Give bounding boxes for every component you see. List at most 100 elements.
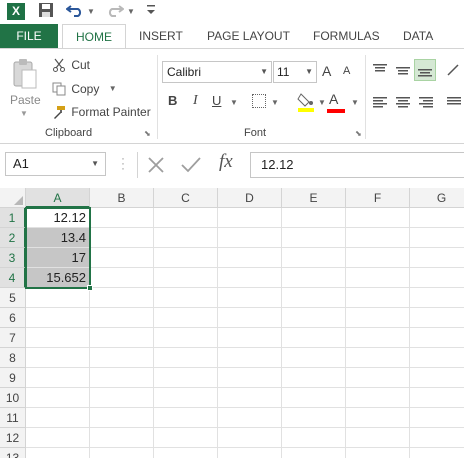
cell-d11[interactable] (218, 408, 282, 428)
paste-icon[interactable] (12, 58, 38, 90)
italic-button[interactable]: I (193, 93, 198, 109)
row-header-7[interactable]: 7 (0, 328, 26, 348)
fill-color-dropdown-icon[interactable]: ▼ (318, 98, 326, 107)
cell-a3[interactable]: 17 (26, 248, 90, 268)
cell-c13[interactable] (154, 448, 218, 458)
tab-insert[interactable]: INSERT (139, 24, 183, 48)
cell-b12[interactable] (90, 428, 154, 448)
font-dialog-launcher-icon[interactable]: ⬊ (355, 129, 362, 138)
clipboard-dialog-launcher-icon[interactable]: ⬊ (144, 129, 151, 138)
borders-dropdown-icon[interactable]: ▼ (271, 98, 279, 107)
cell-a9[interactable] (26, 368, 90, 388)
cell-b13[interactable] (90, 448, 154, 458)
cell-b5[interactable] (90, 288, 154, 308)
cell-c10[interactable] (154, 388, 218, 408)
cell-e2[interactable] (282, 228, 346, 248)
select-all-button[interactable] (0, 188, 26, 208)
cell-f6[interactable] (346, 308, 410, 328)
row-header-11[interactable]: 11 (0, 408, 26, 428)
cell-g9[interactable] (410, 368, 464, 388)
row-header-4[interactable]: 4 (0, 268, 26, 288)
cell-e8[interactable] (282, 348, 346, 368)
cell-a7[interactable] (26, 328, 90, 348)
cell-c11[interactable] (154, 408, 218, 428)
cancel-icon[interactable] (147, 156, 165, 177)
cell-f10[interactable] (346, 388, 410, 408)
cell-d10[interactable] (218, 388, 282, 408)
redo-dropdown-icon[interactable]: ▼ (127, 7, 135, 16)
column-header-d[interactable]: D (218, 188, 282, 208)
cell-c8[interactable] (154, 348, 218, 368)
cell-d13[interactable] (218, 448, 282, 458)
cell-f11[interactable] (346, 408, 410, 428)
cell-e9[interactable] (282, 368, 346, 388)
cell-d3[interactable] (218, 248, 282, 268)
cell-b10[interactable] (90, 388, 154, 408)
cell-b7[interactable] (90, 328, 154, 348)
cell-a8[interactable] (26, 348, 90, 368)
cell-d1[interactable] (218, 208, 282, 228)
cell-g7[interactable] (410, 328, 464, 348)
save-icon[interactable] (38, 2, 54, 21)
tab-file[interactable]: FILE (0, 24, 58, 48)
decrease-font-size-icon[interactable]: A (343, 65, 350, 77)
cell-f13[interactable] (346, 448, 410, 458)
cell-d8[interactable] (218, 348, 282, 368)
cell-f5[interactable] (346, 288, 410, 308)
cell-c4[interactable] (154, 268, 218, 288)
paste-dropdown-icon[interactable]: ▼ (20, 109, 28, 118)
cell-a4[interactable]: 15.652 (26, 268, 90, 288)
cell-f7[interactable] (346, 328, 410, 348)
cell-f9[interactable] (346, 368, 410, 388)
font-size-select[interactable]: 11 ▼ (273, 61, 317, 83)
cell-b4[interactable] (90, 268, 154, 288)
cell-b9[interactable] (90, 368, 154, 388)
column-header-c[interactable]: C (154, 188, 218, 208)
cell-e5[interactable] (282, 288, 346, 308)
cell-b6[interactable] (90, 308, 154, 328)
column-header-e[interactable]: E (282, 188, 346, 208)
row-header-2[interactable]: 2 (0, 228, 26, 248)
cell-c6[interactable] (154, 308, 218, 328)
cell-e1[interactable] (282, 208, 346, 228)
copy-button[interactable]: Copy ▼ (52, 79, 117, 97)
cell-a6[interactable] (26, 308, 90, 328)
underline-dropdown-icon[interactable]: ▼ (230, 98, 238, 107)
cell-d6[interactable] (218, 308, 282, 328)
underline-button[interactable]: U (212, 93, 221, 108)
insert-function-button[interactable]: fx (219, 151, 233, 173)
row-header-6[interactable]: 6 (0, 308, 26, 328)
row-header-5[interactable]: 5 (0, 288, 26, 308)
cell-a2[interactable]: 13.4 (26, 228, 90, 248)
tab-page-layout[interactable]: PAGE LAYOUT (207, 24, 290, 48)
cell-g8[interactable] (410, 348, 464, 368)
cell-g10[interactable] (410, 388, 464, 408)
cell-d4[interactable] (218, 268, 282, 288)
cell-c3[interactable] (154, 248, 218, 268)
cell-g4[interactable] (410, 268, 464, 288)
cell-a11[interactable] (26, 408, 90, 428)
cell-a10[interactable] (26, 388, 90, 408)
font-color-icon[interactable]: A (329, 91, 338, 107)
cell-d9[interactable] (218, 368, 282, 388)
paste-button[interactable]: Paste (10, 93, 41, 107)
cell-g1[interactable] (410, 208, 464, 228)
cell-g2[interactable] (410, 228, 464, 248)
align-bottom-icon[interactable] (414, 59, 436, 81)
cell-d7[interactable] (218, 328, 282, 348)
cell-e12[interactable] (282, 428, 346, 448)
cell-e11[interactable] (282, 408, 346, 428)
fill-color-icon[interactable] (297, 91, 315, 116)
format-painter-button[interactable]: Format Painter (52, 102, 151, 120)
cell-g3[interactable] (410, 248, 464, 268)
copy-dropdown-icon[interactable]: ▼ (109, 84, 117, 93)
cell-g5[interactable] (410, 288, 464, 308)
cell-a12[interactable] (26, 428, 90, 448)
cell-f4[interactable] (346, 268, 410, 288)
indent-icon[interactable] (446, 95, 462, 109)
cell-g12[interactable] (410, 428, 464, 448)
formula-input[interactable]: 12.12 (250, 152, 464, 178)
row-header-12[interactable]: 12 (0, 428, 26, 448)
tab-formulas[interactable]: FORMULAS (313, 24, 380, 48)
cell-c7[interactable] (154, 328, 218, 348)
